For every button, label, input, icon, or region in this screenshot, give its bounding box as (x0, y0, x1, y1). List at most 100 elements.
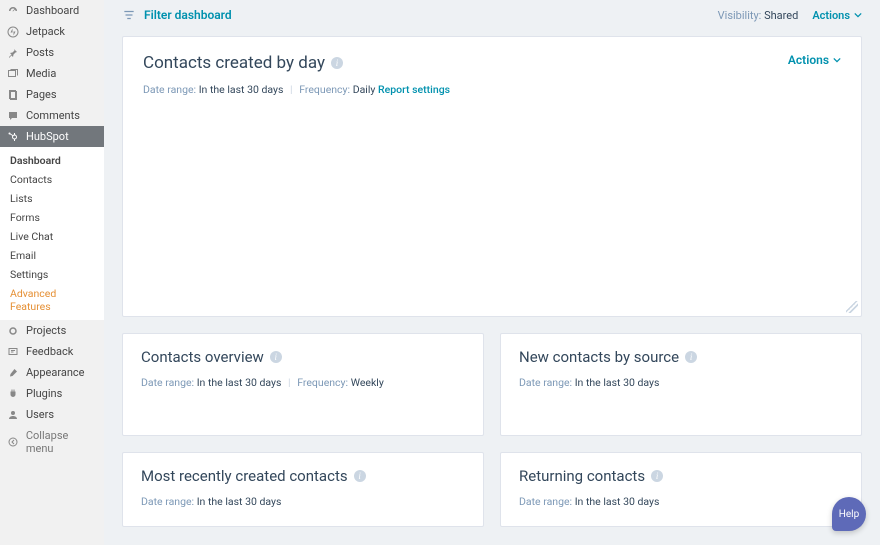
date-range-label: Date range: (143, 83, 196, 96)
sidebar-item-hubspot[interactable]: HubSpot (0, 126, 104, 147)
topbar: Filter dashboard Visibility: Shared Acti… (104, 0, 880, 26)
card-meta: Date range: In the last 30 days (519, 376, 843, 389)
info-icon[interactable]: i (270, 351, 282, 363)
sidebar-label: Collapse menu (26, 429, 98, 455)
chevron-down-icon (833, 56, 841, 64)
card-new-contacts-by-source: New contacts by source i Date range: In … (500, 333, 862, 436)
card-title: New contacts by source (519, 348, 679, 366)
sidebar-item-users[interactable]: Users (0, 404, 104, 425)
card-actions-menu[interactable]: Actions (788, 53, 841, 67)
card-meta: Date range: In the last 30 days (519, 495, 843, 508)
sidebar-item-feedback[interactable]: Feedback (0, 341, 104, 362)
date-range-value: In the last 30 days (575, 495, 660, 508)
card-meta: Date range: In the last 30 days (141, 495, 465, 508)
frequency-value: Weekly (351, 376, 384, 389)
sidebar-label: Pages (26, 88, 57, 101)
feedback-icon (6, 346, 20, 358)
date-range-value: In the last 30 days (197, 495, 282, 508)
card-contacts-created-by-day: Contacts created by day i Actions Date r… (122, 36, 862, 317)
sidebar-item-plugins[interactable]: Plugins (0, 383, 104, 404)
user-icon (6, 409, 20, 421)
sidebar-label: Posts (26, 46, 54, 59)
card-meta: Date range: In the last 30 days | Freque… (143, 83, 841, 96)
filter-icon[interactable] (122, 8, 136, 22)
sprocket-icon (6, 131, 20, 143)
sidebar-item-jetpack[interactable]: Jetpack (0, 21, 104, 42)
sidebar-item-pages[interactable]: Pages (0, 84, 104, 105)
info-icon[interactable]: i (354, 470, 366, 482)
card-title: Most recently created contacts (141, 467, 348, 485)
page-icon (6, 89, 20, 101)
subnav-email[interactable]: Email (0, 246, 104, 265)
sidebar-label: HubSpot (26, 130, 69, 143)
sidebar-label: Comments (26, 109, 80, 122)
subnav-livechat[interactable]: Live Chat (0, 227, 104, 246)
sidebar-item-dashboard[interactable]: Dashboard (0, 0, 104, 21)
sidebar-label: Users (26, 408, 54, 421)
resize-handle[interactable] (846, 301, 858, 313)
visibility-label: Visibility: (718, 9, 762, 22)
card-contacts-overview: Contacts overview i Date range: In the l… (122, 333, 484, 436)
card-returning-contacts: Returning contacts i Date range: In the … (500, 452, 862, 527)
sidebar-label: Dashboard (26, 4, 79, 17)
filter-dashboard-link[interactable]: Filter dashboard (144, 8, 232, 22)
date-range-value: In the last 30 days (197, 376, 282, 389)
sidebar-item-collapse[interactable]: Collapse menu (0, 425, 104, 459)
date-range-label: Date range: (519, 376, 572, 389)
date-range-value: In the last 30 days (575, 376, 660, 389)
plug-icon (6, 388, 20, 400)
frequency-label: Frequency: (297, 376, 348, 389)
subnav-advanced[interactable]: Advanced Features (0, 284, 104, 316)
info-icon[interactable]: i (331, 57, 343, 69)
date-range-label: Date range: (141, 376, 194, 389)
sidebar-label: Jetpack (26, 25, 65, 38)
info-icon[interactable]: i (651, 470, 663, 482)
subnav-dashboard[interactable]: Dashboard (0, 151, 104, 170)
help-label: Help (839, 509, 859, 520)
sidebar-label: Appearance (26, 366, 85, 379)
sidebar-item-media[interactable]: Media (0, 63, 104, 84)
frequency-label: Frequency: (299, 83, 350, 96)
card-meta: Date range: In the last 30 days | Freque… (141, 376, 465, 389)
date-range-value: In the last 30 days (199, 83, 284, 96)
frequency-value: Daily (353, 83, 376, 96)
ring-icon (6, 325, 20, 337)
date-range-label: Date range: (519, 495, 572, 508)
media-icon (6, 68, 20, 80)
sidebar-item-projects[interactable]: Projects (0, 320, 104, 341)
gauge-icon (6, 5, 20, 17)
pin-icon (6, 47, 20, 59)
chart-area (143, 96, 841, 296)
card-title: Returning contacts (519, 467, 645, 485)
date-range-label: Date range: (141, 495, 194, 508)
sidebar-item-posts[interactable]: Posts (0, 42, 104, 63)
help-bubble[interactable]: Help (832, 497, 866, 531)
sidebar-item-comments[interactable]: Comments (0, 105, 104, 126)
sidebar-label: Media (26, 67, 56, 80)
sidebar-label: Projects (26, 324, 66, 337)
card-title: Contacts created by day (143, 53, 325, 73)
actions-label: Actions (812, 9, 850, 22)
subnav-contacts[interactable]: Contacts (0, 170, 104, 189)
card-title: Contacts overview (141, 348, 264, 366)
main-panel: Filter dashboard Visibility: Shared Acti… (104, 0, 880, 545)
report-settings-link[interactable]: Report settings (378, 83, 450, 96)
jetpack-icon (6, 26, 20, 38)
visibility-value: Shared (764, 9, 798, 22)
sidebar-label: Feedback (26, 345, 73, 358)
hubspot-subnav: Dashboard Contacts Lists Forms Live Chat… (0, 147, 104, 320)
subnav-settings[interactable]: Settings (0, 265, 104, 284)
wp-sidebar: Dashboard Jetpack Posts Media Pages Comm… (0, 0, 104, 545)
actions-label: Actions (788, 53, 829, 67)
info-icon[interactable]: i (685, 351, 697, 363)
chevron-down-icon (854, 11, 862, 19)
subnav-lists[interactable]: Lists (0, 189, 104, 208)
subnav-forms[interactable]: Forms (0, 208, 104, 227)
card-body (141, 389, 465, 417)
card-body (519, 389, 843, 417)
card-most-recently-created-contacts: Most recently created contacts i Date ra… (122, 452, 484, 527)
sidebar-label: Plugins (26, 387, 62, 400)
sidebar-item-appearance[interactable]: Appearance (0, 362, 104, 383)
dashboard-actions-menu[interactable]: Actions (812, 9, 862, 22)
brush-icon (6, 367, 20, 379)
